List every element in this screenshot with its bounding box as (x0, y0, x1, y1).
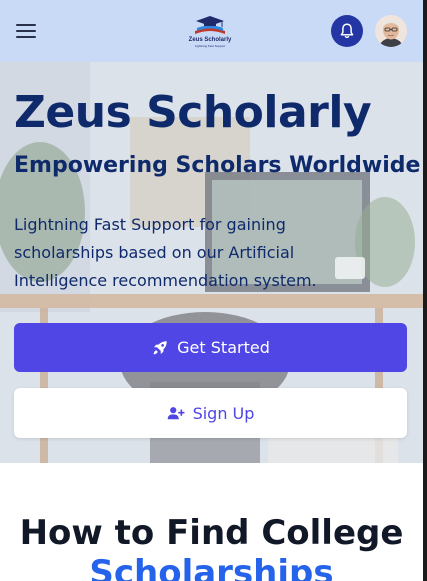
user-plus-icon (167, 407, 185, 420)
logo-tagline: Lightning Fast Support (194, 44, 226, 48)
hero-subtitle: Empowering Scholars Worldwide (14, 153, 421, 178)
hero-description: Lightning Fast Support for gaining schol… (14, 215, 317, 290)
hero-section: Zeus Scholarly Empowering Scholars World… (0, 62, 423, 463)
get-started-button[interactable]: Get Started (14, 323, 407, 372)
user-avatar[interactable] (375, 15, 407, 47)
notification-bell-button[interactable] (331, 15, 363, 47)
section-title-line1: How to Find College (19, 513, 404, 553)
hero-title: Zeus Scholarly (14, 87, 372, 138)
rocket-icon (153, 340, 167, 354)
brand-logo[interactable]: Zeus Scholarly Lightning Fast Support (187, 15, 233, 53)
bell-icon (340, 23, 354, 39)
scrollbar[interactable] (423, 0, 427, 581)
how-to-find-section: How to Find College Scholarships (0, 463, 423, 581)
graduation-cap-logo-icon (195, 16, 225, 34)
logo-wordmark: Zeus Scholarly (188, 37, 232, 43)
section-title: How to Find College Scholarships (0, 513, 423, 581)
section-title-highlight: Scholarships (89, 553, 334, 581)
avatar-portrait-icon (375, 15, 407, 47)
get-started-label: Get Started (177, 338, 270, 357)
sign-up-label: Sign Up (192, 403, 255, 423)
hamburger-menu-icon[interactable] (16, 24, 36, 40)
sign-up-button[interactable]: Sign Up (14, 388, 407, 438)
top-navigation-bar: Zeus Scholarly Lightning Fast Support (0, 0, 423, 62)
